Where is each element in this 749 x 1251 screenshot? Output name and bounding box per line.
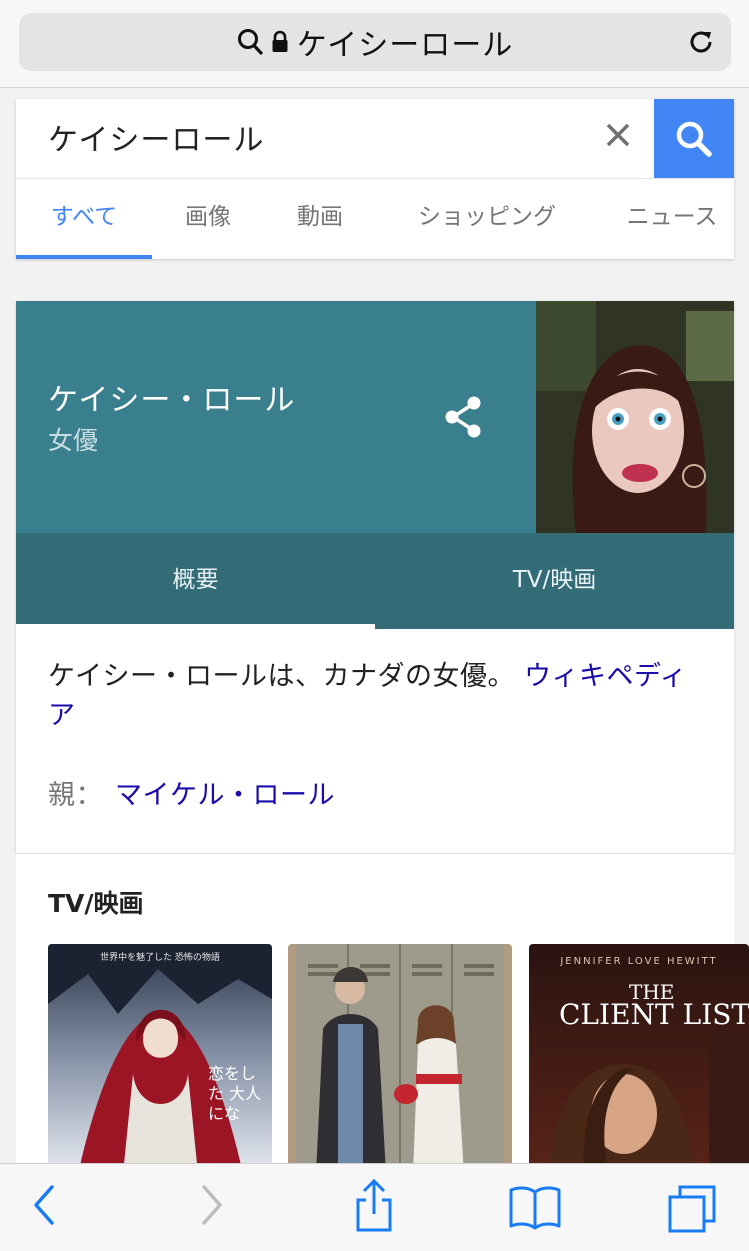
poster-image <box>48 944 272 1174</box>
knowledge-panel-header: ケイシー・ロール 女優 <box>16 301 536 533</box>
knowledge-panel: ケイシー・ロール 女優 概要 TV/映画 ケイシー・ロールは、カナダの女優。 ウ… <box>16 301 734 853</box>
entity-description: ケイシー・ロールは、カナダの女優。 ウィキペディア <box>48 657 708 735</box>
tab-all[interactable]: すべて <box>16 179 152 259</box>
parent-row: 親： マイケル・ロール <box>48 773 335 812</box>
entity-photo[interactable] <box>536 301 734 533</box>
search-icon <box>237 29 263 55</box>
tv-movies-section: TV/映画 世界中を魅了した 恐怖の物語 恋をした 大人にな JENNIFER … <box>16 853 749 1174</box>
tab-news[interactable]: ニュース <box>610 179 734 259</box>
poster-image <box>288 944 512 1174</box>
tab-images[interactable]: 画像 <box>166 179 250 259</box>
share-icon[interactable] <box>442 395 484 439</box>
search-card: ケイシーロール すべて 画像 動画 ショッピング ニュース <box>16 99 734 259</box>
poster-side-text: 恋をした 大人にな <box>208 1064 262 1123</box>
search-button[interactable] <box>654 99 734 178</box>
poster-image <box>529 944 749 1174</box>
tabs-icon[interactable] <box>666 1184 718 1234</box>
poster-carousel[interactable]: 世界中を魅了した 恐怖の物語 恋をした 大人にな JENNIFER LOVE H… <box>48 944 749 1174</box>
tab-shopping[interactable]: ショッピング <box>392 179 582 259</box>
bookmarks-icon[interactable] <box>508 1184 562 1230</box>
entity-subtitle: 女優 <box>48 426 99 455</box>
parent-link[interactable]: マイケル・ロール <box>115 780 335 811</box>
search-icon <box>676 121 712 157</box>
back-icon[interactable] <box>30 1182 58 1228</box>
poster-title-line2: CLIENT LIST <box>559 998 749 1031</box>
address-content: ケイシーロール <box>19 13 731 71</box>
share-icon[interactable] <box>352 1178 396 1234</box>
address-bar[interactable]: ケイシーロール <box>19 13 731 71</box>
poster-tagline: 世界中を魅了した 恐怖の物語 <box>100 953 220 963</box>
reload-icon[interactable] <box>685 26 717 58</box>
description-text: ケイシー・ロールは、カナダの女優。 <box>48 661 515 692</box>
poster-red-riding-hood[interactable]: 世界中を魅了した 恐怖の物語 恋をした 大人にな <box>48 944 272 1174</box>
active-tab-indicator <box>16 255 152 259</box>
lock-icon <box>272 30 288 52</box>
poster-client-list[interactable]: JENNIFER LOVE HEWITT THE CLIENT LIST <box>529 944 749 1174</box>
tab-overview[interactable]: 概要 <box>16 533 375 629</box>
knowledge-panel-tabs: 概要 TV/映画 <box>16 533 734 629</box>
clear-icon[interactable] <box>604 121 632 149</box>
browser-top-bar: ケイシーロール <box>0 0 749 88</box>
entity-name: ケイシー・ロール <box>48 383 296 418</box>
url-text: ケイシーロール <box>296 28 514 63</box>
tab-videos[interactable]: 動画 <box>278 179 362 259</box>
active-tab-indicator <box>16 624 375 629</box>
poster-actor: JENNIFER LOVE HEWITT <box>560 956 718 967</box>
tab-tv-movies[interactable]: TV/映画 <box>375 533 734 629</box>
search-tabs: すべて 画像 動画 ショッピング ニュース <box>16 179 734 259</box>
section-title: TV/映画 <box>48 889 144 918</box>
forward-icon[interactable] <box>198 1182 226 1228</box>
parent-label: 親： <box>48 780 103 811</box>
portrait-image <box>536 301 734 533</box>
browser-toolbar <box>0 1163 749 1251</box>
poster-lockers[interactable] <box>288 944 512 1174</box>
search-input[interactable]: ケイシーロール <box>48 115 264 159</box>
